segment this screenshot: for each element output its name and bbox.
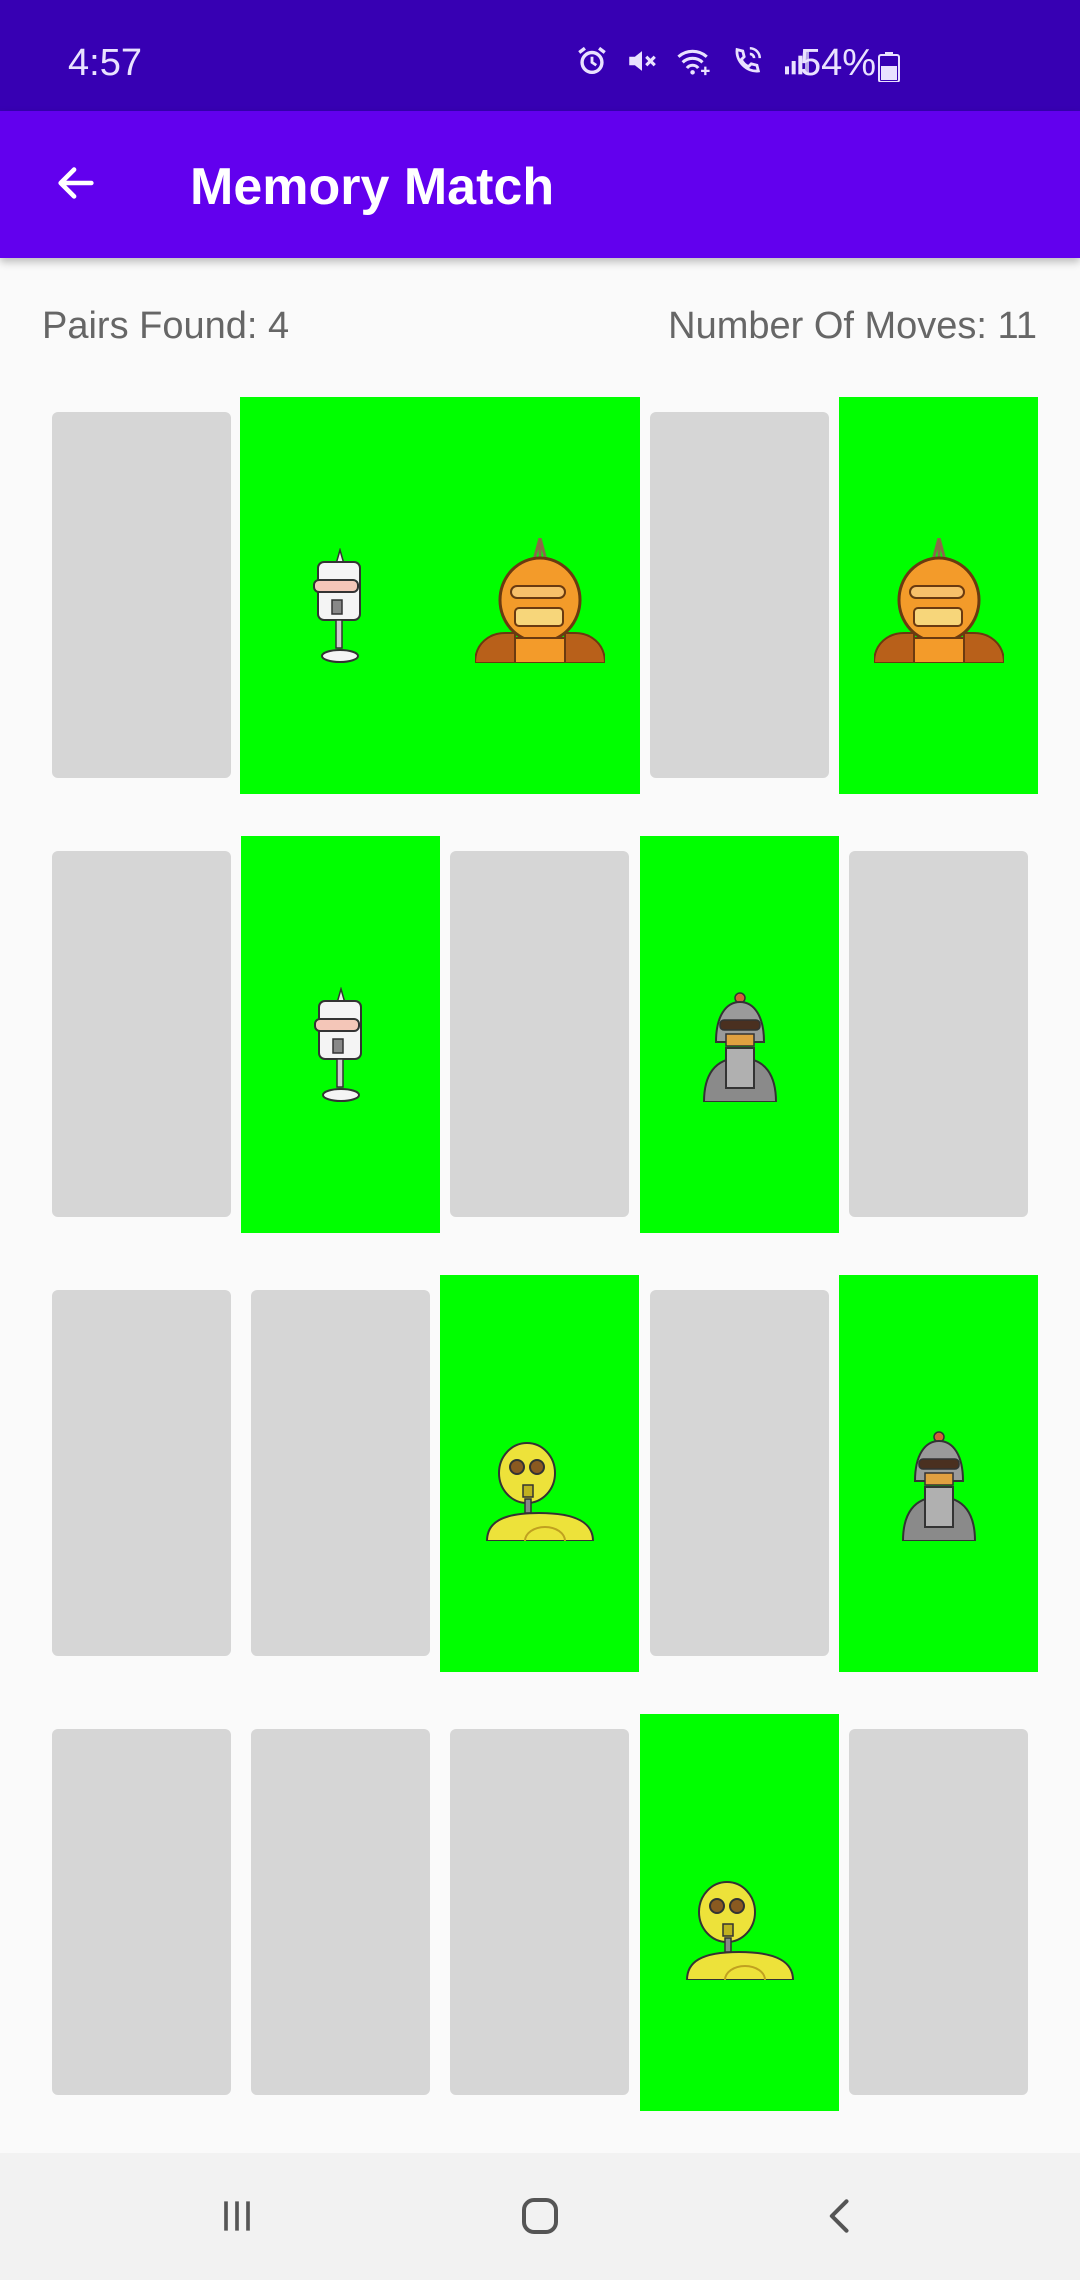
gray-robot-icon	[899, 1431, 979, 1546]
memory-card[interactable]	[849, 1729, 1028, 2095]
memory-card[interactable]	[52, 851, 231, 1217]
app-bar: Memory Match	[0, 111, 1080, 258]
moves-count-label: Number Of Moves: 11	[668, 305, 1037, 347]
memory-card[interactable]	[52, 1290, 231, 1656]
memory-card[interactable]	[240, 397, 440, 794]
memory-card[interactable]	[650, 412, 829, 778]
pairs-found-label: Pairs Found: 4	[42, 305, 290, 347]
recent-apps-button[interactable]	[197, 2183, 277, 2253]
memory-card[interactable]	[440, 1275, 639, 1672]
orange-robot-icon	[473, 537, 607, 668]
memory-card[interactable]	[650, 1290, 829, 1656]
memory-card[interactable]	[839, 1275, 1038, 1672]
memory-card[interactable]	[450, 1729, 629, 2095]
system-back-button[interactable]	[801, 2183, 881, 2253]
status-icons	[575, 44, 813, 78]
memory-card[interactable]	[52, 412, 231, 778]
home-icon	[516, 2192, 564, 2245]
orange-robot-icon	[872, 537, 1006, 668]
recent-apps-icon	[215, 2194, 259, 2243]
navigation-bar	[0, 2153, 1080, 2280]
alarm-icon	[575, 44, 609, 78]
memory-card[interactable]	[839, 397, 1038, 794]
memory-card[interactable]	[251, 1290, 430, 1656]
white-robot-icon	[311, 986, 371, 1107]
wifi-call-icon	[729, 44, 765, 78]
home-button[interactable]	[500, 2183, 580, 2253]
status-bar: 4:57 54%	[0, 0, 1080, 111]
back-button[interactable]	[36, 145, 116, 225]
memory-card[interactable]	[640, 1714, 839, 2111]
wifi-icon	[675, 44, 713, 78]
memory-card[interactable]	[440, 397, 640, 794]
battery-percent: 54%	[800, 42, 877, 84]
white-robot-icon	[310, 547, 370, 668]
yellow-robot-icon	[485, 1441, 595, 1546]
memory-card[interactable]	[450, 851, 629, 1217]
memory-card[interactable]	[849, 851, 1028, 1217]
yellow-robot-icon	[685, 1880, 795, 1985]
battery-icon	[878, 52, 900, 83]
arrow-back-icon	[53, 160, 99, 211]
memory-card[interactable]	[640, 836, 839, 1233]
memory-card[interactable]	[241, 836, 440, 1233]
page-title: Memory Match	[190, 158, 555, 216]
mute-icon	[625, 44, 659, 78]
gray-robot-icon	[700, 992, 780, 1107]
back-icon	[819, 2194, 863, 2243]
memory-card[interactable]	[251, 1729, 430, 2095]
status-time: 4:57	[68, 42, 142, 84]
memory-card[interactable]	[52, 1729, 231, 2095]
